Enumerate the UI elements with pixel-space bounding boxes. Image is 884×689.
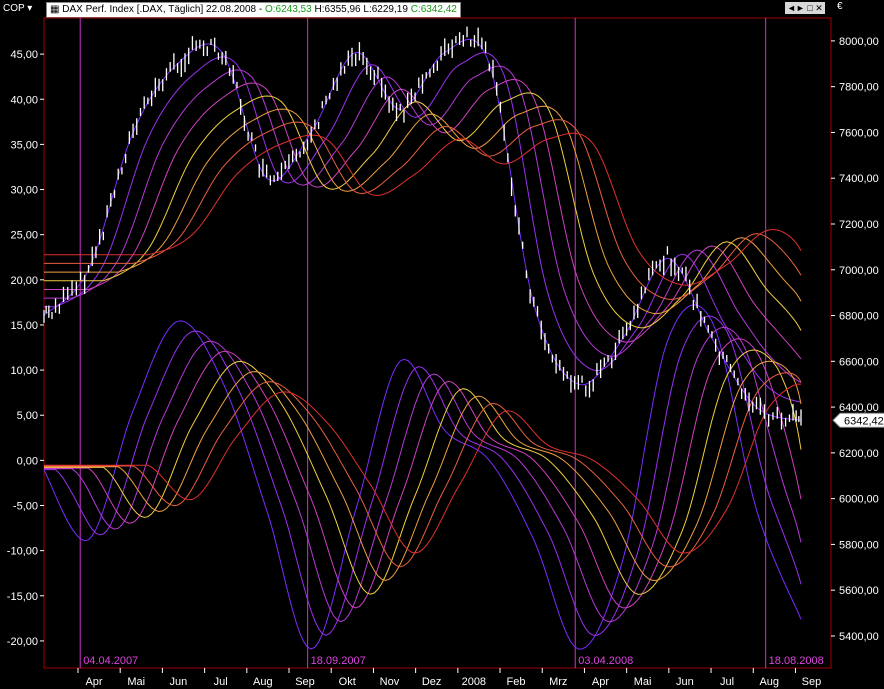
right-axis-label: 5600,00 xyxy=(839,585,879,597)
x-axis-label: Dez xyxy=(422,676,442,688)
price-ribbon-line xyxy=(44,119,802,300)
x-axis-label: Apr xyxy=(592,676,609,688)
left-axis-label: 10,00 xyxy=(10,365,38,377)
marker-label: 18.09.2007 xyxy=(311,655,366,667)
left-axis-label: 35,00 xyxy=(10,139,38,151)
chart-window: COP ▾ ▦ DAX Perf. Index [.DAX, Täglich] … xyxy=(0,0,884,689)
left-axis-label: 20,00 xyxy=(10,275,38,287)
marker-label: 03.04.2008 xyxy=(578,655,633,667)
x-axis-label: Sep xyxy=(802,676,822,688)
left-axis-label: -15,00 xyxy=(7,591,38,603)
x-axis-label: Aug xyxy=(759,676,779,688)
left-axis-label: 5,00 xyxy=(17,410,38,422)
oscillator-ribbon-line xyxy=(44,372,802,568)
last-price-label: 6342,42 xyxy=(844,415,884,427)
left-axis-label: -5,00 xyxy=(13,501,38,513)
right-axis-label: 8000,00 xyxy=(839,36,879,48)
left-axis-label: 25,00 xyxy=(10,230,38,242)
right-axis-label: 7600,00 xyxy=(839,127,879,139)
left-axis-label: -10,00 xyxy=(7,546,38,558)
x-axis-label: Nov xyxy=(380,676,400,688)
marker-label: 04.04.2007 xyxy=(83,655,138,667)
x-axis-label: Aug xyxy=(253,676,273,688)
right-axis-label: 7000,00 xyxy=(839,265,879,277)
dax-chart[interactable]: 45,00 40,00 35,00 30,00 25,00 20,00 15,00 10,00… xyxy=(0,0,884,689)
right-axis-label: 7800,00 xyxy=(839,82,879,94)
right-axis-label: 6000,00 xyxy=(839,494,879,506)
x-axis-label: Mai xyxy=(127,676,145,688)
x-axis-label: Feb xyxy=(507,676,526,688)
right-axis-label: 5800,00 xyxy=(839,539,879,551)
x-axis-label: Mrz xyxy=(549,676,567,688)
x-axis-label: Jul xyxy=(214,676,228,688)
right-axis-label: 7200,00 xyxy=(839,219,879,231)
x-axis-label: Jul xyxy=(720,676,734,688)
right-axis-label: 6200,00 xyxy=(839,448,879,460)
x-axis-label: Apr xyxy=(85,676,102,688)
right-axis-label: 5400,00 xyxy=(839,631,879,643)
oscillator-ribbon-line xyxy=(44,338,802,609)
right-axis-label: 6600,00 xyxy=(839,356,879,368)
left-axis-label: 0,00 xyxy=(17,455,38,467)
oscillator-ribbon-line xyxy=(44,383,802,554)
price-ribbon-line xyxy=(44,105,802,315)
left-axis-label: 15,00 xyxy=(10,320,38,332)
left-axis-label: 45,00 xyxy=(10,49,38,61)
x-axis-label: Jun xyxy=(170,676,188,688)
right-axis-label: 6400,00 xyxy=(839,402,879,414)
left-axis-label: 30,00 xyxy=(10,185,38,197)
price-ribbon-line xyxy=(43,38,802,421)
x-axis-label: Mai xyxy=(634,676,652,688)
left-axis-label: 40,00 xyxy=(10,94,38,106)
left-axis-label: -20,00 xyxy=(7,636,38,648)
x-axis-label: Jun xyxy=(676,676,694,688)
right-axis-label: 7400,00 xyxy=(839,173,879,185)
marker-label: 18.08.2008 xyxy=(769,655,824,667)
x-axis-label: 2008 xyxy=(462,676,486,688)
right-axis-label: 6800,00 xyxy=(839,311,879,323)
x-axis-label: Okt xyxy=(339,676,356,688)
x-axis-label: Sep xyxy=(295,676,315,688)
oscillator-ribbon-line xyxy=(44,360,802,581)
